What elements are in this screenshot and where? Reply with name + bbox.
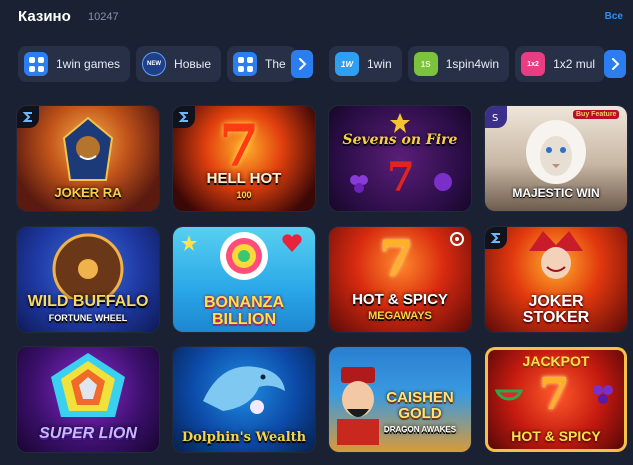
fortune-wheel-icon <box>52 233 124 299</box>
provider-badge: S <box>485 106 507 128</box>
chip-new[interactable]: NEW Новые <box>136 46 222 82</box>
chip-label: The <box>265 57 286 71</box>
game-subtitle: BILLION <box>212 311 276 328</box>
game-tile-caishen-gold[interactable]: CAISHEN GOLD DRAGON AWAKES <box>329 347 471 452</box>
star-icon <box>390 113 410 133</box>
game-subtitle: FORTUNE WHEEL <box>48 313 128 323</box>
game-tile-joker-ra[interactable]: JOKER RA <box>17 106 159 211</box>
game-subtitle: STOKER <box>522 309 590 326</box>
game-tile-joker-stoker[interactable]: JOKER STOKER <box>485 227 627 332</box>
jester-icon <box>529 231 583 279</box>
chip-the[interactable]: The <box>227 46 296 82</box>
grid-icon <box>233 52 258 76</box>
seven-symbol-icon: 7 <box>539 369 570 420</box>
1spin4win-icon: 1S <box>413 52 438 76</box>
chip-label: 1win games <box>56 57 121 71</box>
provider-chips: 1W 1win 1S 1spin4win 1x2 1x2 mul <box>329 46 633 82</box>
rainbow-lion-icon <box>51 353 125 417</box>
pharaoh-icon <box>62 116 114 181</box>
game-title: JOKER STOKER <box>485 294 627 326</box>
star-icon <box>181 235 197 251</box>
provider-logo-icon: S <box>492 113 498 124</box>
provider-logo-icon <box>178 112 188 122</box>
watermelon-icon <box>495 389 523 401</box>
seven-symbol-icon: 7 <box>387 154 415 201</box>
1x2-icon: 1x2 <box>521 52 546 76</box>
white-lion-icon <box>526 120 586 184</box>
heart-candy-icon <box>282 234 302 252</box>
game-title-main: WILD BUFFALO <box>27 293 149 310</box>
game-title: CAISHEN GOLD <box>386 389 454 422</box>
chip-1win-games[interactable]: 1win games <box>18 46 131 82</box>
chevron-right-icon <box>299 58 307 70</box>
grid-icon <box>24 52 48 76</box>
provider-scroll-right-button[interactable] <box>604 50 626 78</box>
chip-provider-1spin4win[interactable]: 1S 1spin4win <box>407 46 510 82</box>
game-subtitle: 100 <box>236 190 252 200</box>
game-subtitle: DRAGON AWAKES <box>383 425 457 434</box>
provider-logo-icon <box>22 112 32 122</box>
provider-badge <box>485 227 507 249</box>
game-title: BONANZA BILLION <box>173 294 315 328</box>
lollipop-icon <box>220 232 268 280</box>
provider-badge <box>17 106 39 128</box>
game-title: HOT & SPICY <box>352 291 448 308</box>
game-tile-bonanza-billion[interactable]: BONANZA BILLION <box>173 227 315 332</box>
game-title: SUPER LION <box>39 425 137 442</box>
svg-text:S: S <box>492 113 498 124</box>
plum-icon <box>434 173 452 191</box>
game-tile-wild-buffalo[interactable]: WILD BUFFALO FORTUNE WHEEL <box>17 227 159 332</box>
jackpot-label: JACKPOT <box>522 353 590 369</box>
chip-provider-1win[interactable]: 1W 1win <box>329 46 402 82</box>
seven-symbol-icon: 7 <box>379 229 414 288</box>
chip-label: 1x2 mul <box>553 57 596 71</box>
chip-provider-1x2[interactable]: 1x2 1x2 mul <box>515 46 606 82</box>
game-tile-hot-spicy-megaways[interactable]: 7 HOT & SPICY MEGAWAYS <box>329 227 471 332</box>
grapes-icon <box>593 385 613 404</box>
games-count: 10247 <box>88 11 119 23</box>
game-tile-sevens-on-fire[interactable]: 7 Sevens on Fire <box>329 106 471 211</box>
game-tile-super-lion[interactable]: SUPER LION <box>17 347 159 452</box>
provider-badge <box>173 106 195 128</box>
game-tile-hot-spicy-jackpot[interactable]: JACKPOT 7 HOT & SPICY <box>485 347 627 452</box>
see-all-link[interactable]: Все <box>605 11 623 22</box>
game-title: Dolphin's Wealth <box>181 430 307 445</box>
game-tile-dolphins-wealth[interactable]: Dolphin's Wealth <box>173 347 315 452</box>
chip-label: 1spin4win <box>445 57 500 71</box>
game-title: MAJESTIC WIN <box>512 186 600 200</box>
game-title: WILD BUFFALO <box>17 294 159 310</box>
1win-icon: 1W <box>335 52 359 76</box>
provider-logo-icon <box>490 233 500 243</box>
game-tile-majestic-win[interactable]: S Buy Feature MAJESTIC WIN <box>485 106 627 211</box>
game-title-main: BONANZA <box>204 294 284 311</box>
game-title: Sevens on Fire <box>342 132 458 148</box>
grapes-icon <box>350 175 368 193</box>
dolphin-icon <box>203 366 285 414</box>
category-chips: 1win games NEW Новые The <box>18 46 314 82</box>
game-title: JOKER RA <box>54 185 122 200</box>
game-title-main: JOKER <box>528 293 584 310</box>
new-icon: NEW <box>142 52 167 76</box>
game-title: HOT & SPICY <box>511 428 601 444</box>
casino-section-header: Казино 10247 Все <box>18 8 623 28</box>
settings-ring-icon <box>450 232 464 246</box>
section-title: Казино <box>18 8 71 25</box>
chip-label: 1win <box>367 57 392 71</box>
game-title: HELL HOT 100 <box>173 171 315 203</box>
game-tile-hell-hot-100[interactable]: 7 HELL HOT 100 <box>173 106 315 211</box>
category-scroll-right-button[interactable] <box>291 50 313 78</box>
chevron-right-icon <box>612 58 620 70</box>
game-title-main: HELL HOT <box>206 170 282 187</box>
chip-label: Новые <box>174 57 212 71</box>
game-subtitle: MEGAWAYS <box>368 310 432 322</box>
